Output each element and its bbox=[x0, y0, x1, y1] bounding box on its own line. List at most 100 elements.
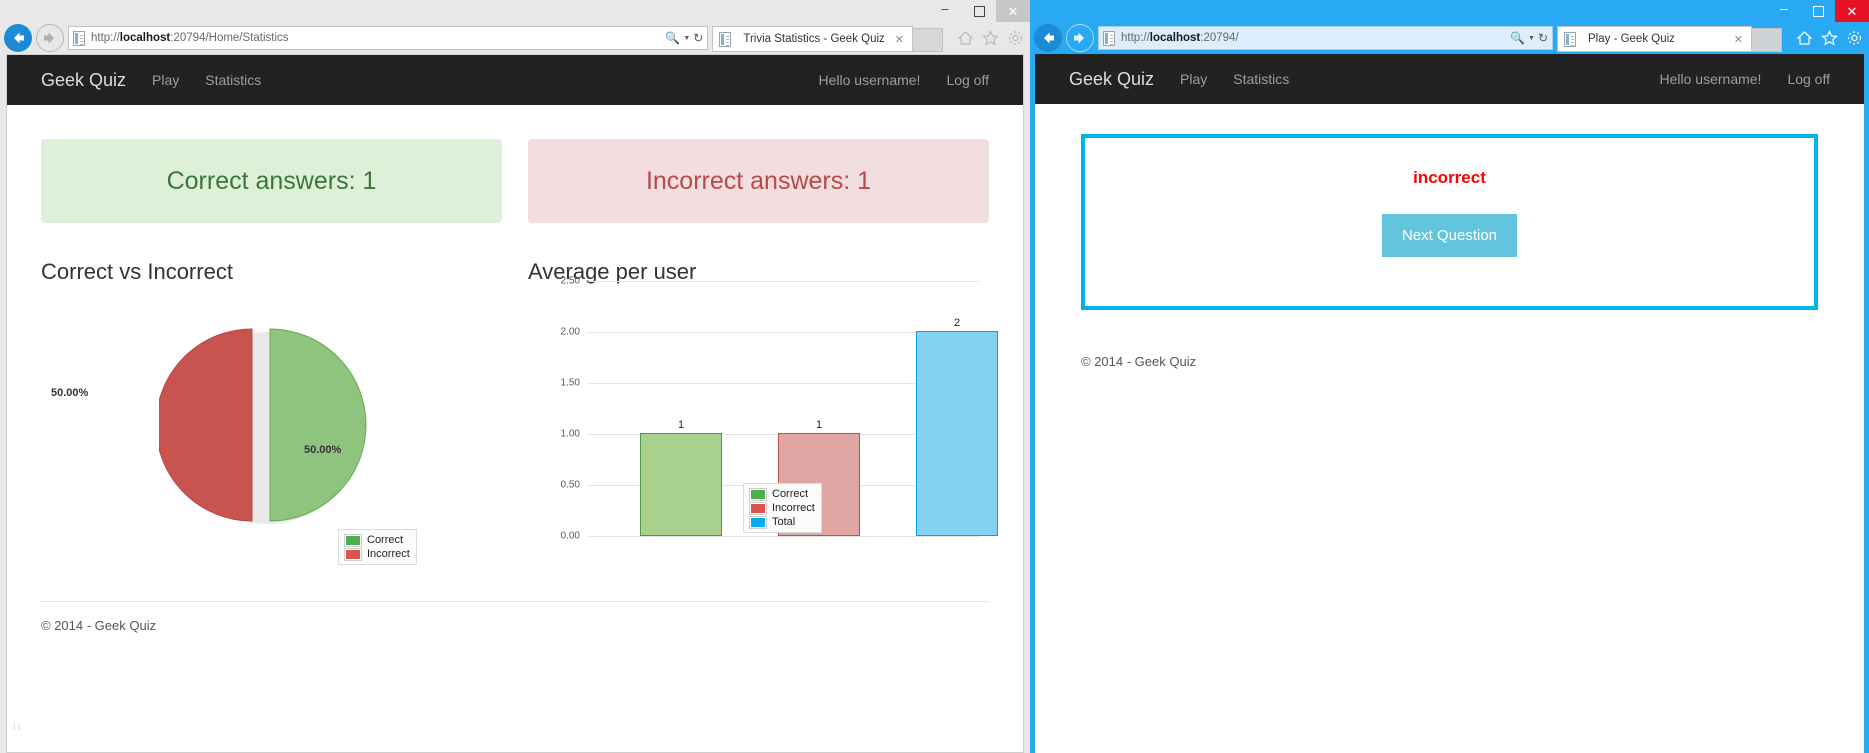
nav-link-statistics-2[interactable]: Statistics bbox=[1233, 71, 1289, 87]
url-text: http://localhost:20794/Home/Statistics bbox=[91, 32, 289, 44]
titlebar-play: – ✕ bbox=[1030, 0, 1869, 22]
search-icon-play[interactable]: 🔍 bbox=[1510, 31, 1525, 45]
nav-link-log-off[interactable]: Log off bbox=[946, 72, 989, 88]
new-tab-button[interactable] bbox=[913, 28, 943, 52]
ytick-250: 2.50 bbox=[560, 275, 580, 287]
tab-trivia-statistics[interactable]: Trivia Statistics - Geek Quiz ✕ bbox=[712, 26, 913, 52]
brand-link-geek-quiz-play[interactable]: Geek Quiz bbox=[1069, 69, 1154, 90]
bar-value-correct: 1 bbox=[677, 419, 685, 431]
address-bar-play[interactable]: http://localhost:20794/ 🔍 ▼ ↻ bbox=[1098, 26, 1553, 50]
page-icon bbox=[73, 30, 85, 46]
summary-panels: Correct answers: 1 Incorrect answers: 1 bbox=[41, 139, 989, 223]
ytick-000: 0.00 bbox=[560, 530, 580, 542]
browser-tools-play bbox=[1786, 30, 1863, 46]
nav-link-play[interactable]: Play bbox=[152, 72, 179, 88]
forward-button[interactable] bbox=[36, 24, 64, 52]
address-bar-tools-play: 🔍 ▼ ↻ bbox=[1504, 31, 1548, 45]
tab-strip-play: Play - Geek Quiz ✕ bbox=[1557, 24, 1782, 52]
ytick-200: 2.00 bbox=[560, 326, 580, 338]
forward-button-play[interactable] bbox=[1066, 24, 1094, 52]
new-tab-button-play[interactable] bbox=[1752, 28, 1782, 52]
legend-item-correct: Correct bbox=[344, 533, 410, 547]
search-icon[interactable]: 🔍 bbox=[665, 31, 680, 45]
close-button-play[interactable]: ✕ bbox=[1835, 0, 1869, 22]
panel-correct-answers: Correct answers: 1 bbox=[41, 139, 502, 223]
nav-link-statistics[interactable]: Statistics bbox=[205, 72, 261, 88]
legend-label-correct-bar: Correct bbox=[772, 488, 809, 500]
close-button[interactable]: ✕ bbox=[996, 0, 1030, 22]
url-text-play: http://localhost:20794/ bbox=[1121, 32, 1239, 44]
tab-strip-statistics: Trivia Statistics - Geek Quiz ✕ bbox=[712, 24, 943, 52]
tab-page-icon-play bbox=[1564, 31, 1576, 47]
footer-copyright-play: © 2014 - Geek Quiz bbox=[1081, 354, 1197, 369]
settings-gear-icon[interactable] bbox=[1007, 30, 1024, 46]
bar-value-total: 2 bbox=[953, 317, 961, 329]
pie-chart-legend: Correct Incorrect bbox=[338, 529, 417, 565]
nav-greeting-username-play[interactable]: Hello username! bbox=[1660, 71, 1762, 87]
charts-row: 50.00% 50.00% Correct Incorrect 2.50 2.0… bbox=[41, 276, 998, 601]
legend-item-incorrect-bar: Incorrect bbox=[749, 501, 815, 515]
ytick-050: 0.50 bbox=[560, 479, 580, 491]
bar-chart-average-per-user: 2.50 2.00 1.50 1.00 0.50 0.00 1 1 2 Corr… bbox=[528, 276, 998, 601]
pie-label-correct-percent: 50.00% bbox=[304, 444, 342, 456]
brand-link-geek-quiz[interactable]: Geek Quiz bbox=[41, 70, 126, 91]
settings-gear-icon-play[interactable] bbox=[1846, 30, 1863, 46]
answer-result-text: incorrect bbox=[1413, 168, 1486, 187]
browser-window-play[interactable]: – ✕ http://localhost:20794/ 🔍 ▼ ↻ Play -… bbox=[1030, 0, 1869, 753]
chevron-down-icon[interactable]: ▼ bbox=[683, 35, 690, 42]
page-viewport-statistics: Geek Quiz Play Statistics Hello username… bbox=[6, 54, 1024, 753]
page-icon-play bbox=[1103, 30, 1115, 46]
tab-title-play: Play - Geek Quiz bbox=[1588, 33, 1675, 45]
pie-chart-correct-vs-incorrect: 50.00% 50.00% Correct Incorrect bbox=[41, 285, 502, 601]
refresh-icon-play[interactable]: ↻ bbox=[1538, 31, 1548, 45]
address-bar-statistics[interactable]: http://localhost:20794/Home/Statistics 🔍… bbox=[68, 26, 709, 50]
legend-item-total-bar: Total bbox=[749, 515, 815, 529]
window-controls-statistics: – ✕ bbox=[928, 0, 1030, 22]
nav-link-play-2[interactable]: Play bbox=[1180, 71, 1207, 87]
browser-tools-statistics bbox=[947, 30, 1024, 46]
legend-label-correct: Correct bbox=[367, 534, 404, 546]
chevron-down-icon-play[interactable]: ▼ bbox=[1528, 35, 1535, 42]
back-button[interactable] bbox=[4, 24, 32, 52]
ytick-100: 1.00 bbox=[560, 428, 580, 440]
favorites-star-icon[interactable] bbox=[982, 30, 999, 46]
legend-label-total-bar: Total bbox=[772, 516, 796, 528]
tab-play[interactable]: Play - Geek Quiz ✕ bbox=[1557, 26, 1752, 52]
legend-label-incorrect: Incorrect bbox=[367, 548, 410, 560]
maximize-button-play[interactable] bbox=[1801, 0, 1835, 22]
home-icon-play[interactable] bbox=[1796, 30, 1813, 46]
address-bar-tools: 🔍 ▼ ↻ bbox=[659, 31, 703, 45]
pie-label-incorrect-percent: 50.00% bbox=[51, 387, 89, 399]
legend-swatch-incorrect-bar bbox=[749, 501, 767, 515]
tab-close-icon[interactable]: ✕ bbox=[891, 33, 908, 46]
next-question-button[interactable]: Next Question bbox=[1381, 214, 1518, 257]
site-navbar-statistics: Geek Quiz Play Statistics Hello username… bbox=[7, 55, 1023, 105]
legend-item-correct-bar: Correct bbox=[749, 487, 815, 501]
titlebar-statistics: – ✕ bbox=[0, 0, 1030, 22]
legend-swatch-total-bar bbox=[749, 515, 767, 529]
pie-chart-svg bbox=[159, 328, 367, 524]
page-viewport-play: Geek Quiz Play Statistics Hello username… bbox=[1035, 54, 1864, 753]
maximize-button[interactable] bbox=[962, 0, 996, 22]
tab-page-icon bbox=[719, 31, 732, 47]
legend-item-incorrect: Incorrect bbox=[344, 547, 410, 561]
minimize-button-play[interactable]: – bbox=[1767, 0, 1801, 22]
back-button-play[interactable] bbox=[1034, 24, 1062, 52]
home-icon[interactable] bbox=[957, 30, 974, 46]
browser-toolbar-statistics: http://localhost:20794/Home/Statistics 🔍… bbox=[0, 22, 1030, 54]
panel-incorrect-answers: Incorrect answers: 1 bbox=[528, 139, 989, 223]
minimize-button[interactable]: – bbox=[928, 0, 962, 22]
refresh-icon[interactable]: ↻ bbox=[693, 31, 703, 45]
statistics-content: Correct answers: 1 Incorrect answers: 1 … bbox=[7, 105, 1023, 601]
footer-copyright-statistics: © 2014 - Geek Quiz bbox=[41, 618, 157, 633]
site-navbar-play: Geek Quiz Play Statistics Hello username… bbox=[1035, 54, 1864, 104]
tab-close-icon-play[interactable]: ✕ bbox=[1730, 33, 1747, 46]
resize-grip[interactable]: ⁝⁝ bbox=[13, 723, 23, 732]
browser-window-statistics[interactable]: – ✕ http://localhost:20794/Home/Statisti… bbox=[0, 0, 1030, 753]
legend-swatch-correct-bar bbox=[749, 487, 767, 501]
bar-correct: 1 bbox=[640, 419, 722, 536]
nav-greeting-username[interactable]: Hello username! bbox=[819, 72, 921, 88]
favorites-star-icon-play[interactable] bbox=[1821, 30, 1838, 46]
nav-link-log-off-play[interactable]: Log off bbox=[1787, 71, 1830, 87]
ytick-150: 1.50 bbox=[560, 377, 580, 389]
